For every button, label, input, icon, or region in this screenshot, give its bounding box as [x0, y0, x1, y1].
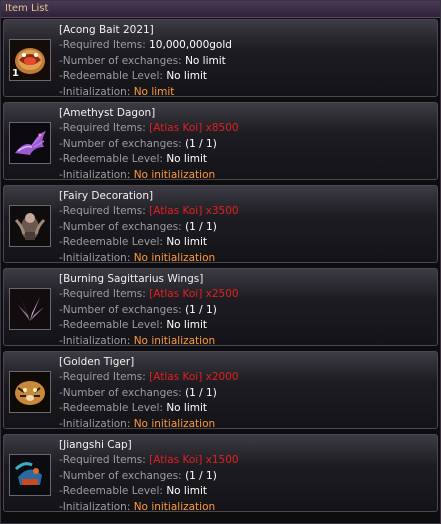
item-quantity: 1 — [12, 68, 19, 79]
item-name: [Golden Tiger] — [59, 356, 135, 368]
required-value: [Atlas Koi] x8500 — [149, 122, 239, 135]
exchanges-label: -Number of exchanges: — [59, 54, 182, 67]
required-label: -Required Items: — [59, 205, 146, 218]
fairy-icon[interactable] — [9, 205, 51, 247]
list-item[interactable]: [Amethyst Dagon] -Required Items: [Atlas… — [3, 102, 438, 181]
exchanges-value: (1 / 1) — [185, 137, 217, 150]
item-list-window: Item List 1 [Acong Bait 2021] -Required … — [0, 0, 441, 524]
item-name: [Jiangshi Cap] — [59, 439, 132, 451]
init-label: -Initialization: — [59, 334, 131, 347]
window-title: Item List — [1, 1, 440, 18]
level-label: -Redeemable Level: — [59, 485, 163, 498]
required-label: -Required Items: — [59, 39, 146, 52]
level-value: No limit — [166, 485, 208, 498]
init-label: -Initialization: — [59, 168, 131, 181]
list-item[interactable]: [Fairy Decoration] -Required Items: [Atl… — [3, 185, 438, 264]
exchanges-label: -Number of exchanges: — [59, 220, 182, 233]
level-value: No limit — [166, 153, 208, 166]
level-value: No limit — [166, 236, 208, 249]
init-label: -Initialization: — [59, 85, 131, 98]
exchanges-label: -Number of exchanges: — [59, 469, 182, 482]
init-value: No initialization — [133, 168, 216, 181]
exchanges-label: -Number of exchanges: — [59, 137, 182, 150]
item-name: [Fairy Decoration] — [59, 190, 154, 202]
exchanges-value: (1 / 1) — [185, 469, 217, 482]
init-value: No initialization — [133, 334, 216, 347]
required-value: [Atlas Koi] x2500 — [149, 288, 239, 301]
init-label: -Initialization: — [59, 417, 131, 430]
level-value: No limit — [166, 402, 208, 415]
required-value: 10,000,000gold — [149, 39, 232, 52]
level-label: -Redeemable Level: — [59, 70, 163, 83]
init-label: -Initialization: — [59, 251, 131, 264]
level-label: -Redeemable Level: — [59, 402, 163, 415]
required-value: [Atlas Koi] x3500 — [149, 205, 239, 218]
wings-icon[interactable] — [9, 288, 51, 330]
init-value: No limit — [133, 85, 175, 98]
level-label: -Redeemable Level: — [59, 153, 163, 166]
required-value: [Atlas Koi] x2000 — [149, 371, 239, 384]
required-label: -Required Items: — [59, 288, 146, 301]
exchanges-label: -Number of exchanges: — [59, 386, 182, 399]
exchanges-label: -Number of exchanges: — [59, 303, 182, 316]
init-label: -Initialization: — [59, 500, 131, 513]
required-label: -Required Items: — [59, 122, 146, 135]
list-item[interactable]: [Jiangshi Cap] -Required Items: [Atlas K… — [3, 434, 438, 513]
exchanges-value: (1 / 1) — [185, 303, 217, 316]
exchanges-value: (1 / 1) — [185, 386, 217, 399]
item-list[interactable]: 1 [Acong Bait 2021] -Required Items: 10,… — [3, 19, 438, 517]
level-value: No limit — [166, 319, 208, 332]
required-label: -Required Items: — [59, 454, 146, 467]
list-item[interactable]: [Golden Tiger] -Required Items: [Atlas K… — [3, 351, 438, 430]
bait-icon[interactable]: 1 — [9, 39, 51, 81]
level-label: -Redeemable Level: — [59, 319, 163, 332]
item-name: [Acong Bait 2021] — [59, 24, 154, 36]
exchanges-value: No limit — [185, 54, 226, 67]
list-item[interactable]: 1 [Acong Bait 2021] -Required Items: 10,… — [3, 19, 438, 98]
required-value: [Atlas Koi] x1500 — [149, 454, 239, 467]
level-value: No limit — [166, 70, 208, 83]
init-value: No initialization — [133, 251, 216, 264]
item-name: [Burning Sagittarius Wings] — [59, 273, 204, 285]
init-value: No initialization — [133, 417, 216, 430]
cap-icon[interactable] — [9, 454, 51, 496]
list-item[interactable]: [Burning Sagittarius Wings] -Required It… — [3, 268, 438, 347]
item-name: [Amethyst Dagon] — [59, 107, 156, 119]
init-value: No initialization — [133, 500, 216, 513]
tiger-icon[interactable] — [9, 371, 51, 413]
exchanges-value: (1 / 1) — [185, 220, 217, 233]
dragon-icon[interactable] — [9, 122, 51, 164]
level-label: -Redeemable Level: — [59, 236, 163, 249]
required-label: -Required Items: — [59, 371, 146, 384]
